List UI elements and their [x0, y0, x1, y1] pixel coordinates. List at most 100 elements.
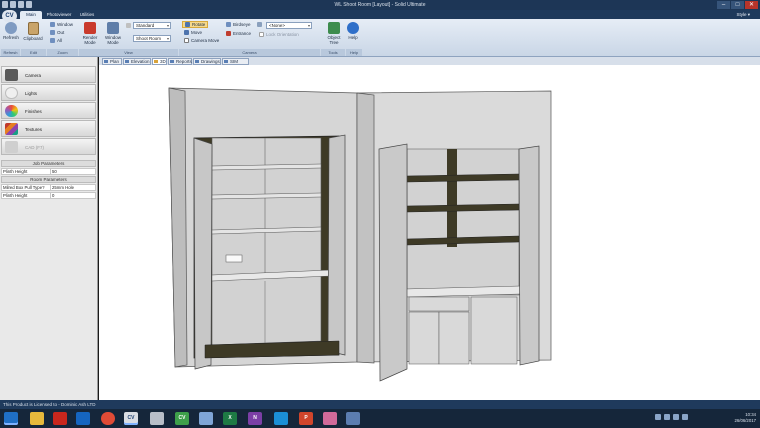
- tab-utilities[interactable]: Utilities: [76, 11, 98, 19]
- render-style-combo[interactable]: Standard ▾: [133, 22, 171, 29]
- paint-icon[interactable]: [323, 412, 337, 425]
- tab-photoviewer[interactable]: Photoviewer: [44, 11, 74, 19]
- zoom-all-button[interactable]: All: [50, 38, 62, 43]
- tab-drawings[interactable]: Drawings: [193, 58, 221, 65]
- room-combo[interactable]: Shoot Room ▾: [133, 35, 171, 42]
- sidebar-item-textures[interactable]: Textures: [1, 120, 96, 137]
- help-label: Help: [348, 35, 358, 40]
- right-upright: [447, 149, 457, 247]
- onenote-icon[interactable]: N: [248, 412, 262, 425]
- clock-date: 26/06/2017: [734, 418, 756, 423]
- parameter-value[interactable]: 25mm Hole: [50, 185, 74, 190]
- birdseye-button[interactable]: Birdseye: [226, 22, 251, 27]
- right-cabinet-interior: [406, 148, 520, 296]
- group-label-help: Help: [346, 49, 362, 56]
- group-label-view: View: [79, 49, 178, 56]
- right-cabinet-door-right: [518, 145, 540, 366]
- help-icon: [347, 22, 359, 34]
- object-tree-icon: [328, 22, 340, 34]
- app-logo-button[interactable]: CV: [2, 10, 17, 22]
- cv-green-icon[interactable]: CV: [175, 412, 189, 425]
- close-button[interactable]: ✕: [745, 1, 758, 9]
- chevron-down-icon: ▾: [166, 36, 169, 41]
- camera-preset-combo[interactable]: <None> ▾: [266, 22, 312, 29]
- tray-network-icon[interactable]: [664, 414, 670, 420]
- tool-icon[interactable]: [150, 412, 164, 425]
- sidebar-item-cad[interactable]: CAD (F7): [1, 138, 96, 155]
- acrobat-icon[interactable]: [53, 412, 67, 425]
- move-button[interactable]: Move: [184, 30, 202, 35]
- tab-label: Elevation: [131, 59, 150, 64]
- rotate-button[interactable]: Rotate: [182, 21, 209, 28]
- remote-icon[interactable]: [346, 412, 360, 425]
- tab-reports[interactable]: Reports: [168, 58, 192, 65]
- entrance-button[interactable]: Entrance: [226, 31, 251, 36]
- render-style-value: Standard: [136, 23, 155, 28]
- maximize-button[interactable]: □: [731, 1, 744, 9]
- cad-icon: [5, 141, 18, 153]
- outlook-icon[interactable]: [76, 412, 90, 425]
- sidebar-item-label: Lights: [25, 91, 38, 96]
- tab-label: 3D: [160, 59, 166, 64]
- skype-icon[interactable]: [274, 412, 288, 425]
- parameter-key: Plinth Height: [3, 169, 28, 174]
- camera-preset-arrows[interactable]: [257, 22, 262, 27]
- system-clock[interactable]: 10:34 26/06/2017: [734, 412, 756, 426]
- move-label: Move: [191, 30, 203, 35]
- tray-help-icon[interactable]: [655, 414, 661, 420]
- tab-label: Drawings: [201, 59, 220, 64]
- start-button[interactable]: [4, 412, 18, 425]
- parameter-value[interactable]: 50: [50, 169, 57, 174]
- parameter-value[interactable]: 0: [50, 193, 54, 198]
- tab-elevation[interactable]: Elevation: [123, 58, 151, 65]
- powerpoint-icon[interactable]: P: [299, 412, 313, 425]
- lock-orientation-label: Lock Orientation: [266, 32, 299, 37]
- sidebar-item-label: Textures: [25, 127, 43, 132]
- drawer: [408, 296, 470, 312]
- network-icon[interactable]: [199, 412, 213, 425]
- window-mode-button[interactable]: Window Mode: [102, 22, 124, 45]
- checkbox-icon: [184, 38, 189, 43]
- style-menu[interactable]: Style ▾: [736, 12, 750, 18]
- 3d-viewport[interactable]: [99, 65, 760, 400]
- clipboard-button[interactable]: Clipboard: [22, 22, 44, 41]
- group-label-camera: Camera: [179, 49, 320, 56]
- file-explorer-icon[interactable]: [30, 412, 44, 425]
- zoom-window-button[interactable]: Window: [50, 22, 73, 27]
- checkbox-icon: [259, 32, 264, 37]
- cube-icon: [154, 60, 158, 63]
- tray-keyboard-icon[interactable]: [682, 414, 688, 420]
- object-tree-button[interactable]: Object Tree: [323, 22, 345, 45]
- sidebar-item-finishes[interactable]: Finishes: [1, 102, 96, 119]
- parameter-row[interactable]: Plinth Height 0: [1, 192, 96, 199]
- zoom-out-button[interactable]: Out: [50, 30, 64, 35]
- zoom-out-icon: [50, 30, 55, 35]
- ribbon: Refresh Clipboard Window Out All Render …: [0, 19, 760, 57]
- parameter-row[interactable]: Plinth Height 50: [1, 168, 96, 175]
- cv-app-icon[interactable]: CV: [124, 412, 138, 425]
- tab-label: Reports: [176, 59, 192, 64]
- excel-icon[interactable]: X: [223, 412, 237, 425]
- window-mode-label: Window Mode: [104, 35, 121, 45]
- base-door: [438, 311, 470, 365]
- tab-3d[interactable]: 3D: [152, 58, 167, 65]
- parameter-row[interactable]: Milred Box Pull Type? 25mm Hole: [1, 184, 96, 191]
- lock-orientation-checkbox[interactable]: Lock Orientation: [259, 32, 299, 37]
- refresh-button[interactable]: Refresh: [2, 22, 20, 40]
- tab-plan[interactable]: Plan: [102, 58, 122, 65]
- chrome-icon[interactable]: [101, 412, 115, 425]
- tab-main[interactable]: Main: [20, 11, 42, 19]
- camera-move-checkbox[interactable]: Camera Move: [184, 38, 219, 43]
- object-tree-label: Object Tree: [327, 35, 341, 45]
- camera-preset-value: <None>: [269, 23, 286, 28]
- help-button[interactable]: Help: [345, 22, 361, 40]
- zoom-all-label: All: [57, 38, 63, 43]
- sidebar: Camera Lights Finishes Textures CAD (F7)…: [0, 57, 98, 400]
- render-mode-button[interactable]: Render Mode: [80, 22, 100, 45]
- sidebar-item-camera[interactable]: Camera: [1, 66, 96, 83]
- minimize-button[interactable]: –: [717, 1, 730, 9]
- tab-sim-center[interactable]: SIM Center: [222, 58, 249, 69]
- tray-volume-icon[interactable]: [673, 414, 679, 420]
- left-side-filler: [168, 87, 188, 368]
- sidebar-item-lights[interactable]: Lights: [1, 84, 96, 101]
